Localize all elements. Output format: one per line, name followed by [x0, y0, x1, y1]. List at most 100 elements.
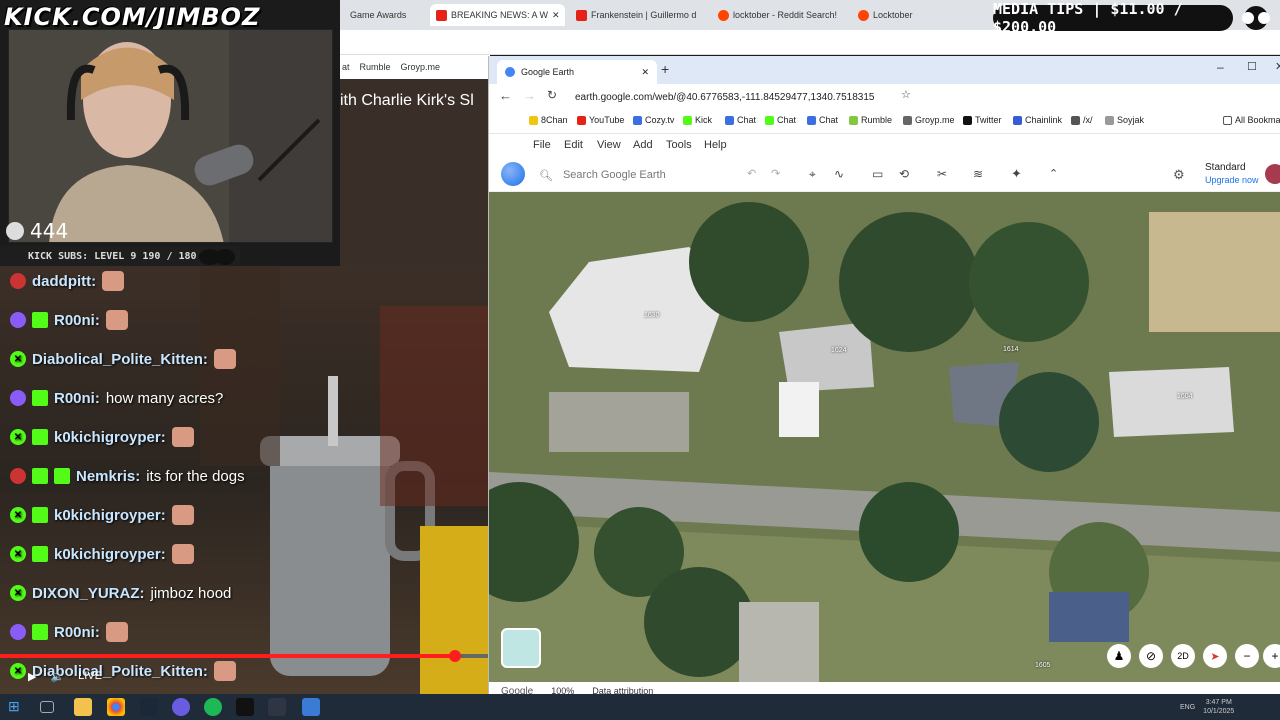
upgrade-link[interactable]: Upgrade now — [1205, 175, 1259, 185]
earth-search[interactable]: 🔍︎ Search Google Earth — [539, 163, 729, 187]
url-field[interactable]: earth.google.com/web/@40.6776583,-111.84… — [575, 87, 875, 107]
bookmark-chat[interactable]: Chat — [765, 115, 796, 125]
volume-icon[interactable]: 🔈 — [50, 670, 64, 683]
windows-start-icon[interactable]: ⊞ — [8, 698, 26, 716]
compass-icon[interactable]: ➤ — [1203, 644, 1227, 668]
player-seek-handle[interactable] — [449, 650, 461, 662]
clock[interactable]: 3:47 PM 10/1/2025 — [1203, 698, 1234, 716]
satellite-map[interactable]: 1630 1624 1614 1604 1605 ♟ ⊘ 2D ➤ − + — [489, 192, 1280, 686]
windows-taskbar: ⊞ — [0, 694, 1280, 720]
emote-icon — [171, 505, 194, 525]
screen: Game Awards BREAKING NEWS: A W ✕ Frankens… — [0, 0, 1280, 720]
ruler-icon[interactable]: ▭ — [872, 167, 883, 181]
tab-google-earth[interactable]: Google Earth ✕ — [497, 60, 657, 84]
chevron-up-icon[interactable]: ⌃ — [1049, 167, 1058, 180]
discord-icon[interactable] — [172, 698, 190, 716]
emote-icon — [171, 544, 194, 564]
terminal-icon[interactable] — [236, 698, 254, 716]
bookmark-kick[interactable]: Kick — [683, 115, 712, 125]
bookmark-item[interactable]: at — [342, 62, 350, 72]
close-icon[interactable]: ✕ — [552, 10, 560, 21]
bookmark-twitter[interactable]: Twitter — [963, 115, 1002, 125]
back-tab-2[interactable]: Frankenstein | Guillermo d — [576, 4, 706, 26]
back-tab-4-label: Locktober — [873, 10, 913, 20]
chat-message: R00ni: — [10, 617, 128, 647]
bookmark-chainlink[interactable]: Chainlink — [1013, 115, 1062, 125]
search-input[interactable]: Search Google Earth — [563, 169, 666, 181]
emote-icon — [171, 427, 194, 447]
bookmark-groypme[interactable]: Groyp.me — [903, 115, 955, 125]
menu-view[interactable]: View — [597, 139, 621, 151]
app-icon[interactable] — [302, 698, 320, 716]
reload-icon[interactable]: ↻ — [547, 88, 557, 102]
view-mode-toggle[interactable]: 2D — [1171, 644, 1195, 668]
bookmark-soyjak[interactable]: Soyjak — [1105, 115, 1144, 125]
streamer-webcam — [9, 30, 332, 242]
google-earth-logo-icon[interactable] — [501, 162, 525, 186]
back-tab-4[interactable]: Locktober — [858, 4, 978, 26]
bookmark-chat[interactable]: Chat — [725, 115, 756, 125]
history-icon[interactable]: ⟲ — [899, 167, 909, 181]
undo-icon[interactable]: ↶ — [747, 167, 756, 180]
file-explorer-icon[interactable] — [74, 698, 92, 716]
tools-icon[interactable]: ✂ — [937, 167, 947, 181]
minimize-icon[interactable]: – — [1217, 60, 1224, 74]
bookmark-8chan[interactable]: 8Chan — [529, 115, 568, 125]
spark-icon[interactable]: ✦ — [1011, 166, 1022, 182]
bookmark-rumble[interactable]: Rumble — [849, 115, 892, 125]
badge-icon — [32, 390, 48, 406]
tilt-icon[interactable]: ⊘ — [1139, 644, 1163, 668]
map-type-thumbnail[interactable] — [501, 628, 541, 668]
clock-time: 3:47 PM — [1205, 699, 1232, 706]
menu-tools[interactable]: Tools — [666, 139, 692, 151]
house-number: 1605 — [1035, 662, 1051, 669]
steam-icon[interactable] — [140, 698, 158, 716]
language-indicator[interactable]: ENG — [1180, 704, 1195, 711]
house-number: 1604 — [1177, 393, 1193, 400]
chat-username: R00ni: — [54, 311, 100, 329]
play-icon[interactable]: ▶ — [28, 670, 36, 683]
forward-arrow-icon[interactable]: → — [523, 88, 536, 103]
path-icon[interactable]: ∿ — [834, 167, 844, 181]
back-arrow-icon[interactable]: ← — [499, 88, 512, 103]
bookmark-item[interactable]: Rumble — [360, 62, 391, 72]
spotify-icon[interactable] — [204, 698, 222, 716]
avatar[interactable] — [1265, 164, 1280, 184]
gear-icon[interactable]: ⚙ — [1173, 167, 1185, 183]
menu-add[interactable]: Add — [633, 139, 653, 151]
back-tab-3[interactable]: locktober - Reddit Search! — [718, 4, 850, 26]
close-window-icon[interactable]: ✕ — [1275, 60, 1280, 73]
bookmark-x[interactable]: /x/ — [1071, 115, 1093, 125]
menu-help[interactable]: Help — [704, 139, 727, 151]
zoom-in-icon[interactable]: + — [1263, 644, 1280, 668]
rumble-icon — [849, 115, 858, 125]
maximize-icon[interactable]: ☐ — [1247, 60, 1257, 73]
map-style-label[interactable]: Standard — [1205, 162, 1246, 173]
placemark-icon[interactable]: ⌖ — [809, 167, 816, 182]
bookmark-youtube[interactable]: YouTube — [577, 115, 624, 125]
bookmark-item[interactable]: Groyp.me — [401, 62, 441, 72]
new-tab-icon[interactable]: + — [661, 61, 669, 77]
back-tab-1[interactable]: BREAKING NEWS: A W ✕ — [430, 4, 565, 26]
zoom-out-icon[interactable]: − — [1235, 644, 1259, 668]
pegman-icon[interactable]: ♟ — [1107, 644, 1131, 668]
badge-icon: ✕ — [10, 546, 26, 562]
bookmark-label: Rumble — [861, 115, 893, 125]
chrome-icon[interactable] — [107, 698, 125, 716]
bookmark-chat[interactable]: Chat — [807, 115, 838, 125]
satellite-imagery — [489, 192, 1280, 686]
redo-icon[interactable]: ↷ — [771, 167, 780, 180]
bookmark-all[interactable]: All Bookmar — [1223, 115, 1280, 125]
back-tab-0[interactable]: Game Awards — [350, 4, 414, 26]
menu-file[interactable]: File — [533, 139, 551, 151]
youtube-icon — [576, 9, 587, 21]
layers-icon[interactable]: ≋ — [973, 167, 983, 181]
badge-icon — [32, 624, 48, 640]
bookmark-cozytv[interactable]: Cozy.tv — [633, 115, 674, 125]
menu-edit[interactable]: Edit — [564, 139, 583, 151]
task-view-icon[interactable] — [40, 701, 54, 713]
badge-icon — [10, 273, 26, 289]
obs-icon[interactable] — [268, 698, 286, 716]
close-icon[interactable]: ✕ — [641, 67, 649, 78]
bookmark-star-icon[interactable]: ☆ — [901, 88, 911, 101]
